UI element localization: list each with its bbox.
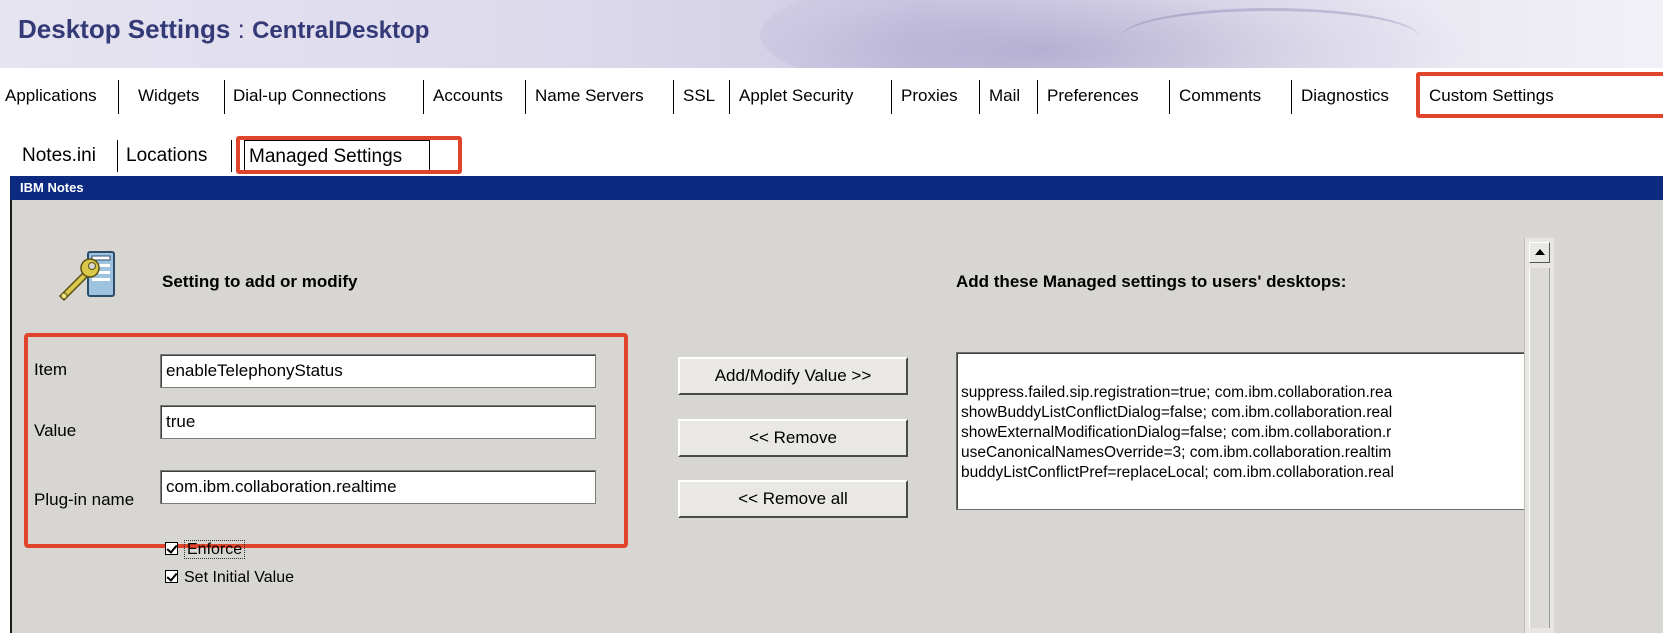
- tab-comments[interactable]: Comments: [1174, 80, 1292, 114]
- tab-diagnostics[interactable]: Diagnostics: [1296, 80, 1418, 114]
- remove-button[interactable]: << Remove: [678, 419, 908, 457]
- page-title: Desktop Settings : CentralDesktop: [18, 14, 429, 45]
- enforce-checkbox[interactable]: [165, 542, 178, 555]
- setting-heading: Setting to add or modify: [162, 272, 358, 291]
- managed-settings-list[interactable]: suppress.failed.sip.registration=true; c…: [956, 352, 1526, 510]
- tab-mail[interactable]: Mail: [984, 80, 1038, 114]
- highlight-managed-settings: [236, 136, 462, 174]
- highlight-custom-settings: [1416, 72, 1663, 118]
- tab-accounts[interactable]: Accounts: [428, 80, 526, 114]
- enforce-label[interactable]: Enforce: [184, 540, 246, 559]
- set-initial-value-label[interactable]: Set Initial Value: [184, 569, 294, 586]
- page-title-main: Desktop Settings: [18, 14, 231, 44]
- tab-ssl[interactable]: SSL: [678, 80, 730, 114]
- tab-dial-up-connections[interactable]: Dial-up Connections: [228, 80, 424, 114]
- tab-widgets[interactable]: Widgets: [133, 80, 225, 114]
- add-modify-value-button[interactable]: Add/Modify Value >>: [678, 357, 908, 395]
- managed-list-heading: Add these Managed settings to users' des…: [956, 272, 1347, 291]
- tab-locations[interactable]: Locations: [122, 140, 232, 172]
- list-item[interactable]: buddyListConflictPref=replaceLocal; com.…: [961, 463, 1525, 483]
- tab-proxies[interactable]: Proxies: [896, 80, 980, 114]
- settings-tool-icon: [52, 246, 132, 302]
- top-tab-bar: Applications Widgets Dial-up Connections…: [0, 80, 1663, 116]
- page-title-document: CentralDesktop: [252, 17, 430, 44]
- list-item[interactable]: useCanonicalNamesOverride=3; com.ibm.col…: [961, 443, 1525, 463]
- highlight-setting-fields: [24, 333, 628, 548]
- tab-preferences[interactable]: Preferences: [1042, 80, 1170, 114]
- panel-title-bar: IBM Notes: [10, 176, 1663, 200]
- list-item[interactable]: showExternalModificationDialog=false; co…: [961, 423, 1525, 443]
- set-initial-value-checkbox[interactable]: [165, 570, 178, 583]
- list-item[interactable]: suppress.failed.sip.registration=true; c…: [961, 383, 1525, 403]
- tab-applet-security[interactable]: Applet Security: [734, 80, 892, 114]
- scroll-thumb[interactable]: [1529, 268, 1550, 628]
- enforce-option: Enforce: [165, 540, 246, 559]
- tab-name-servers[interactable]: Name Servers: [530, 80, 674, 114]
- remove-all-button[interactable]: << Remove all: [678, 480, 908, 518]
- set-initial-value-option: Set Initial Value: [165, 569, 294, 587]
- title-separator: :: [237, 14, 245, 44]
- tab-applications[interactable]: Applications: [0, 80, 119, 114]
- desktop-settings-window: Desktop Settings : CentralDesktop Applic…: [0, 0, 1663, 633]
- header-banner: Desktop Settings : CentralDesktop: [0, 0, 1663, 68]
- banner-line-decoration: [1120, 8, 1420, 68]
- tab-notes-ini[interactable]: Notes.ini: [18, 140, 118, 172]
- vertical-scrollbar[interactable]: [1524, 238, 1554, 633]
- scroll-up-arrow-icon[interactable]: [1529, 242, 1550, 263]
- list-item[interactable]: showBuddyListConflictDialog=false; com.i…: [961, 403, 1525, 423]
